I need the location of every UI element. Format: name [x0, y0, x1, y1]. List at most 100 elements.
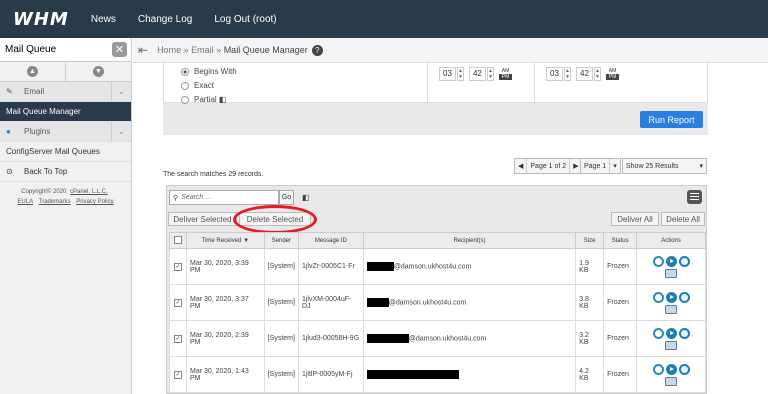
- row-checkbox[interactable]: ✓: [173, 262, 182, 271]
- sender-cell: [System]: [263, 320, 299, 357]
- redaction-bar: [366, 334, 409, 343]
- view-message-icon[interactable]: [652, 327, 664, 339]
- eula-link[interactable]: EULA: [17, 199, 33, 205]
- recipient-domain: @damson.ukhost4u.com: [388, 299, 467, 307]
- hour-field[interactable]: 03: [546, 67, 563, 81]
- sender-cell: [System]: [263, 248, 299, 285]
- status-cell: Frozen: [603, 248, 638, 285]
- ampm-toggle[interactable]: AM PM: [499, 68, 512, 80]
- hour-stepper[interactable]: ▲ ▼: [457, 67, 464, 81]
- chevron-down-icon[interactable]: ⌄: [111, 122, 131, 141]
- top-nav: News Change Log Log Out (root): [91, 14, 299, 25]
- mail-forward-icon[interactable]: [665, 268, 678, 278]
- eraser-icon[interactable]: ◧: [302, 193, 310, 202]
- pm-option[interactable]: PM: [606, 74, 619, 80]
- deliver-icon[interactable]: [665, 255, 677, 267]
- sidebar-group-email[interactable]: ✎ Email ⌄: [0, 82, 131, 102]
- radio-icon: [181, 81, 189, 90]
- pm-option[interactable]: PM: [499, 74, 512, 80]
- privacy-link[interactable]: Privacy Policy: [76, 199, 113, 205]
- mail-queue-grid: ⚲ Search ... Go ◧ Deliver Selected Delet…: [166, 185, 707, 394]
- redaction-bar: [366, 298, 389, 307]
- minute-stepper[interactable]: ▲ ▼: [594, 67, 601, 81]
- table-header-row: Time Received ▼ Sender Message ID Recipi…: [169, 232, 706, 249]
- col-sender[interactable]: Sender: [263, 232, 299, 249]
- minute-field[interactable]: 42: [576, 67, 593, 81]
- go-button[interactable]: Go: [279, 190, 294, 205]
- row-checkbox[interactable]: ✓: [173, 334, 182, 343]
- sender-cell: [System]: [263, 284, 299, 321]
- sidebar-item-mail-queue-manager[interactable]: Mail Queue Manager: [0, 102, 131, 122]
- nav-news-link[interactable]: News: [91, 14, 116, 25]
- copyright-text: Copyright© 2020: [21, 189, 67, 195]
- trademarks-link[interactable]: Trademarks: [39, 199, 71, 205]
- col-recipients[interactable]: Recipient(s): [362, 232, 577, 249]
- deliver-icon[interactable]: [665, 363, 677, 375]
- expand-down-button[interactable]: ▼: [66, 62, 131, 81]
- page-size-select[interactable]: Show 25 Results ▾: [622, 158, 707, 174]
- chevron-down-icon: ▾: [613, 163, 617, 170]
- mail-forward-icon[interactable]: [665, 340, 678, 350]
- nav-logout-link[interactable]: Log Out (root): [214, 14, 276, 25]
- breadcrumb-email[interactable]: Email: [191, 45, 214, 55]
- deliver-icon[interactable]: [665, 291, 677, 303]
- sidebar-search-input[interactable]: Mail Queue ✕: [0, 38, 131, 62]
- hour-field[interactable]: 03: [439, 67, 456, 81]
- radio-exact[interactable]: Exact: [181, 79, 237, 93]
- highlight-ring: [233, 205, 317, 234]
- collapse-up-button[interactable]: ▲: [0, 62, 66, 81]
- grid-search-input[interactable]: ⚲ Search ...: [169, 190, 279, 205]
- queue-table: Time Received ▼ Sender Message ID Recipi…: [169, 232, 706, 393]
- info-icon[interactable]: [678, 255, 690, 267]
- mail-forward-icon[interactable]: [665, 376, 678, 386]
- run-report-button[interactable]: Run Report: [640, 111, 703, 128]
- info-icon[interactable]: [678, 291, 690, 303]
- minute-field[interactable]: 42: [469, 67, 486, 81]
- deliver-all-button[interactable]: Deliver All: [611, 212, 659, 226]
- chevron-down-icon[interactable]: ⌄: [111, 82, 131, 101]
- view-message-icon[interactable]: [652, 363, 664, 375]
- help-icon[interactable]: ?: [311, 44, 323, 56]
- recipient-domain: @damson.ukhost4u.com: [408, 335, 487, 343]
- col-message-id[interactable]: Message ID: [297, 232, 364, 249]
- sidebar-collapse-controls: ▲ ▼: [0, 62, 131, 82]
- prev-page-button[interactable]: ◀: [515, 159, 528, 173]
- sidebar-item-back-to-top[interactable]: ⊙ Back To Top: [0, 162, 131, 182]
- sort-desc-icon: ▼: [243, 237, 250, 244]
- row-checkbox[interactable]: ✓: [173, 298, 182, 307]
- ampm-toggle[interactable]: AM PM: [606, 68, 619, 80]
- clear-search-icon[interactable]: ✕: [112, 42, 127, 57]
- info-icon[interactable]: [678, 363, 690, 375]
- sidebar-group-plugins[interactable]: ● Plugins ⌄: [0, 122, 131, 142]
- delete-all-button[interactable]: Delete All: [661, 212, 705, 226]
- size-cell: 1.9 KB: [575, 248, 605, 285]
- select-all-checkbox[interactable]: [173, 235, 182, 244]
- view-message-icon[interactable]: [652, 255, 664, 267]
- col-time-received[interactable]: Time Received ▼: [185, 232, 265, 249]
- menu-toggle-icon[interactable]: ⇤: [138, 43, 148, 57]
- whm-logo[interactable]: WHM: [13, 9, 69, 30]
- columns-icon[interactable]: [687, 190, 702, 204]
- row-checkbox[interactable]: ✓: [173, 370, 182, 379]
- status-cell: Frozen: [603, 356, 638, 393]
- up-arrow-icon: ⊙: [6, 167, 13, 176]
- sidebar-item-configserver-mail-queues[interactable]: ConfigServer Mail Queues: [0, 142, 131, 162]
- page-select[interactable]: Page 1 ▾: [580, 158, 621, 174]
- col-size[interactable]: Size: [575, 232, 605, 249]
- radio-partial[interactable]: Partial ◧: [181, 93, 237, 107]
- view-message-icon[interactable]: [652, 291, 664, 303]
- time-cell: Mar 30, 2020, 2:39 PM: [185, 320, 265, 357]
- cpanel-link[interactable]: cPanel, L.L.C.: [70, 189, 108, 195]
- col-status[interactable]: Status: [603, 232, 638, 249]
- hour-stepper[interactable]: ▲ ▼: [564, 67, 571, 81]
- radio-begins-with[interactable]: Begins With: [181, 65, 237, 79]
- breadcrumb-home[interactable]: Home: [157, 45, 181, 55]
- radio-icon: [181, 95, 189, 104]
- deliver-icon[interactable]: [665, 327, 677, 339]
- nav-changelog-link[interactable]: Change Log: [138, 14, 193, 25]
- info-icon[interactable]: [678, 327, 690, 339]
- deliver-selected-button[interactable]: Deliver Selected: [168, 212, 237, 226]
- minute-stepper[interactable]: ▲ ▼: [487, 67, 494, 81]
- mail-forward-icon[interactable]: [665, 304, 678, 314]
- radio-label: Exact: [194, 81, 215, 90]
